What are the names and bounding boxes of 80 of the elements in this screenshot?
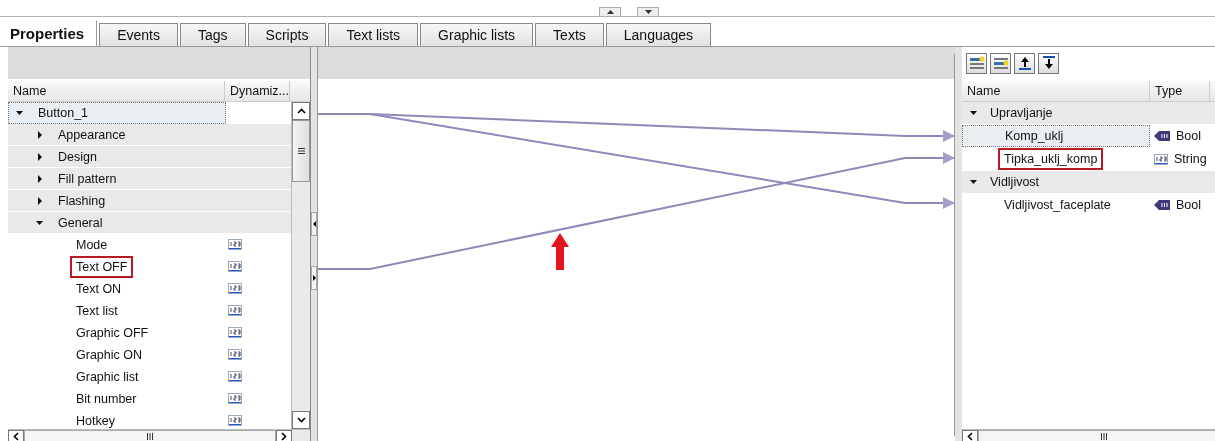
collapsed-caret-icon[interactable]: [36, 152, 44, 161]
tag-name: Komp_uklj: [1004, 128, 1065, 145]
scroll-up-button[interactable]: [599, 7, 621, 16]
tab[interactable]: Languages: [605, 23, 712, 46]
grip-icon: [1101, 433, 1107, 440]
property-name[interactable]: Text OFF: [70, 255, 134, 278]
tab[interactable]: Text lists: [328, 23, 419, 46]
column-header[interactable]: Name: [962, 81, 1150, 101]
tag-icon: [1154, 200, 1170, 210]
tab[interactable]: Texts: [535, 23, 604, 46]
number-type-icon: [228, 415, 242, 426]
number-type-icon: [228, 283, 242, 294]
chevron-left-icon: [13, 432, 19, 441]
scroll-down-button[interactable]: [292, 411, 310, 429]
arrow-up-icon: [551, 233, 569, 270]
property-name[interactable]: Text ON: [70, 277, 128, 300]
number-type-icon: [1154, 153, 1168, 165]
right-triangle-icon: [312, 275, 316, 281]
expanded-caret-icon[interactable]: [36, 218, 44, 227]
expanded-caret-icon[interactable]: [970, 178, 978, 186]
column-header[interactable]: Type: [1150, 81, 1210, 101]
move-up-icon[interactable]: [1014, 52, 1035, 74]
up-triangle-icon: [606, 10, 614, 14]
number-type-icon: [228, 305, 242, 316]
tag-row[interactable]: Vidljivost_faceplate Bool: [962, 194, 1215, 217]
scroll-right-button[interactable]: [276, 430, 292, 441]
vertical-scrollbar[interactable]: [291, 102, 310, 429]
number-type-icon: [228, 261, 242, 272]
property-name[interactable]: Button_1: [32, 102, 95, 124]
property-name[interactable]: Hotkey: [70, 409, 121, 429]
scroll-up-button[interactable]: [292, 102, 310, 120]
tree-row[interactable]: Button_1: [8, 102, 226, 124]
scroll-left-button[interactable]: [8, 430, 24, 441]
property-name[interactable]: Bit number: [70, 387, 143, 410]
chevron-left-icon: [967, 432, 973, 441]
data-type: Bool: [1176, 198, 1202, 212]
expand-right-button[interactable]: [311, 266, 317, 290]
data-type: String: [1174, 152, 1207, 166]
column-header[interactable]: Dynamiz...: [225, 81, 290, 101]
tab[interactable]: Tags: [180, 23, 246, 46]
grip-icon: [297, 148, 305, 154]
horizontal-scrollbar[interactable]: [8, 429, 310, 441]
tab[interactable]: Events: [99, 23, 178, 46]
number-type-icon: [228, 327, 242, 338]
down-triangle-icon: [644, 10, 652, 14]
tag-name: Vidljivost_faceplate: [1003, 197, 1112, 214]
expanded-caret-icon[interactable]: [970, 109, 978, 117]
collapse-left-button[interactable]: [311, 212, 317, 236]
add-icon[interactable]: [990, 52, 1011, 74]
property-name[interactable]: Graphic OFF: [70, 321, 155, 344]
property-name[interactable]: Text list: [70, 299, 124, 322]
property-name[interactable]: Mode: [70, 233, 114, 256]
data-type: Bool: [1176, 129, 1202, 143]
property-name[interactable]: Graphic ON: [70, 343, 148, 366]
move-down-icon[interactable]: [1038, 52, 1059, 74]
number-type-icon: [228, 349, 242, 360]
tab[interactable]: Scripts: [247, 23, 327, 46]
property-name[interactable]: Design: [52, 145, 103, 168]
number-type-icon: [228, 239, 242, 250]
collapsed-caret-icon[interactable]: [36, 130, 44, 139]
chevron-right-icon: [281, 432, 287, 441]
insert-icon[interactable]: [966, 52, 987, 74]
scroll-thumb[interactable]: [292, 120, 310, 182]
chevron-up-icon: [296, 108, 306, 114]
left-triangle-icon: [312, 221, 316, 227]
grip-icon: [147, 433, 153, 440]
property-name[interactable]: Graphic list: [70, 365, 145, 388]
tab[interactable]: Graphic lists: [420, 23, 534, 46]
scroll-left-button[interactable]: [962, 430, 978, 441]
expanded-caret-icon[interactable]: [16, 109, 24, 117]
collapsed-caret-icon[interactable]: [36, 196, 44, 205]
tag-name: Tipka_uklj_komp: [998, 148, 1104, 170]
scroll-thumb[interactable]: [24, 430, 276, 441]
scroll-down-button[interactable]: [637, 7, 659, 16]
number-type-icon: [228, 393, 242, 404]
column-header[interactable]: Name: [8, 81, 225, 101]
collapsed-caret-icon[interactable]: [36, 174, 44, 183]
number-type-icon: [228, 371, 242, 382]
tag-icon: [1154, 131, 1170, 141]
chevron-down-icon: [296, 417, 306, 423]
